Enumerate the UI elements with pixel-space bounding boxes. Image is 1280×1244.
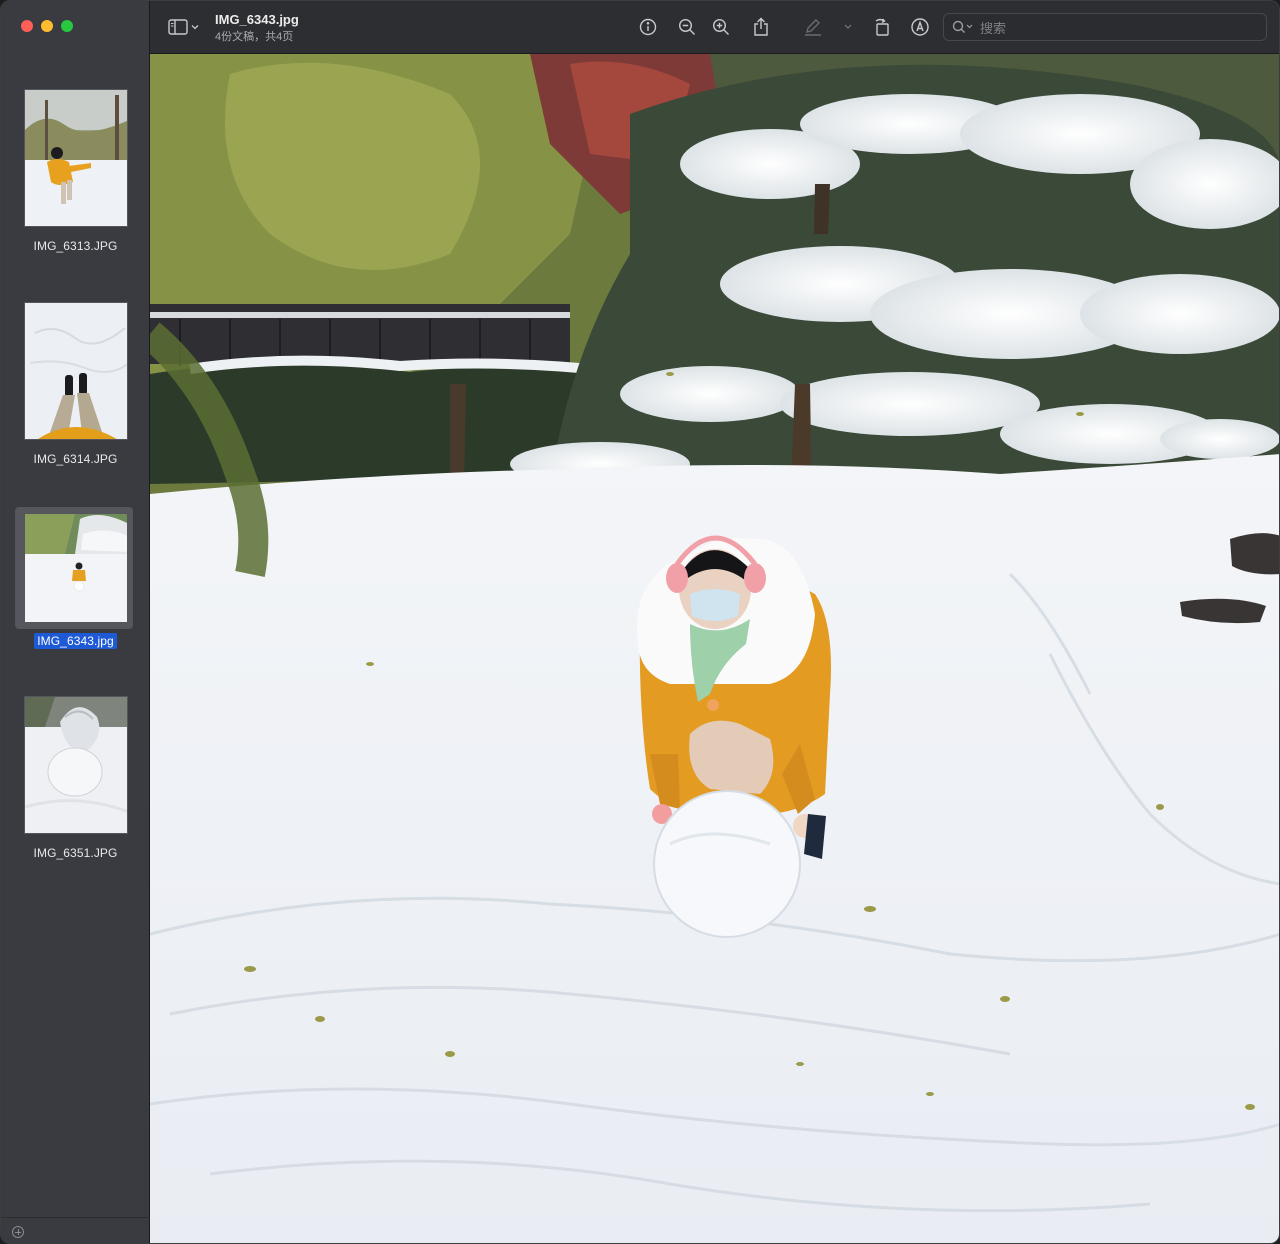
sidebar: IMG_6313.JPG IMG_6314.JPG IMG_6343.jpg I… xyxy=(1,1,150,1243)
thumbnail-label: IMG_6343.jpg xyxy=(34,633,117,649)
annotate-button[interactable] xyxy=(908,15,932,39)
markup-button[interactable] xyxy=(801,15,825,39)
rotate-icon xyxy=(875,18,889,36)
thumbnail-image xyxy=(23,696,128,834)
info-button[interactable] xyxy=(636,15,660,39)
search-icon xyxy=(952,20,973,33)
search-placeholder: 搜索 xyxy=(980,20,1007,36)
close-button[interactable] xyxy=(21,20,33,32)
sidebar-thumbnail-img-6343[interactable]: IMG_6343.jpg xyxy=(1,507,150,649)
markup-icon xyxy=(805,19,821,36)
zoom-in-icon xyxy=(712,18,729,35)
thumbnail-label: IMG_6351.JPG xyxy=(33,846,118,860)
sidebar-toggle-button[interactable] xyxy=(168,17,204,37)
thumbnail-image xyxy=(23,89,128,227)
window-controls xyxy=(21,20,73,32)
zoom-out-icon xyxy=(678,18,695,35)
document-title-block: IMG_6343.jpg 4份文稿，共4页 xyxy=(215,12,299,44)
share-button[interactable] xyxy=(749,15,773,39)
thumbnail-label: IMG_6313.JPG xyxy=(33,239,118,253)
sidebar-footer xyxy=(1,1217,150,1243)
zoom-out-button[interactable] xyxy=(675,15,699,39)
document-subtitle: 4份文稿，共4页 xyxy=(215,31,294,43)
chevron-down-icon xyxy=(191,25,199,30)
rotate-button[interactable] xyxy=(870,15,894,39)
markup-options-button[interactable] xyxy=(836,15,860,39)
thumbnail-image xyxy=(23,513,128,623)
share-icon xyxy=(754,17,768,36)
search-field[interactable]: 搜索 xyxy=(943,13,1267,41)
sidebar-thumbnail-img-6351[interactable]: IMG_6351.JPG xyxy=(1,696,150,861)
chevron-down-icon xyxy=(844,24,852,29)
sidebar-thumbnail-img-6313[interactable]: IMG_6313.JPG xyxy=(1,89,150,254)
info-icon xyxy=(639,18,657,36)
preview-window: IMG_6313.JPG IMG_6314.JPG IMG_6343.jpg I… xyxy=(0,0,1280,1244)
annotate-icon xyxy=(911,18,929,36)
minimize-button[interactable] xyxy=(41,20,53,32)
thumbnail-image xyxy=(23,302,128,440)
zoom-button[interactable] xyxy=(61,20,73,32)
photo-viewer[interactable] xyxy=(150,54,1279,1243)
toolbar: IMG_6343.jpg 4份文稿，共4页 搜索 xyxy=(150,1,1279,54)
zoom-in-button[interactable] xyxy=(709,15,733,39)
document-title: IMG_6343.jpg xyxy=(215,12,299,27)
sidebar-icon xyxy=(168,19,188,35)
photo-image xyxy=(150,54,1279,1243)
add-page-icon[interactable] xyxy=(12,1226,24,1238)
thumbnail-label: IMG_6314.JPG xyxy=(33,452,118,466)
sidebar-thumbnail-img-6314[interactable]: IMG_6314.JPG xyxy=(1,302,150,467)
